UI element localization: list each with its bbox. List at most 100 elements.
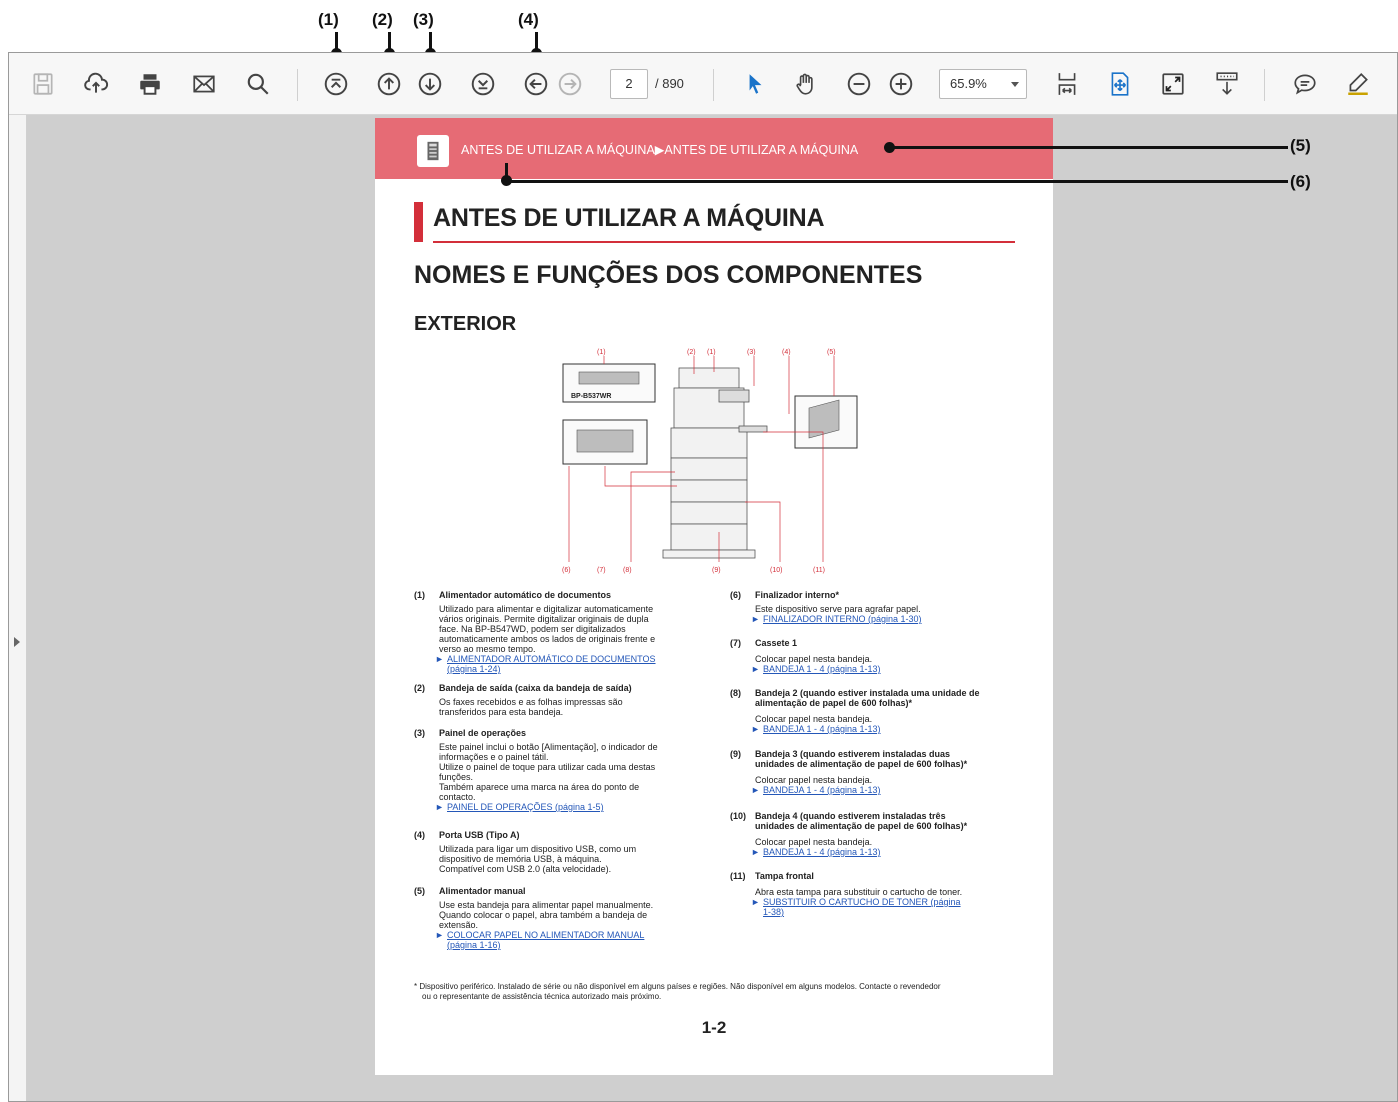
select-arrow-icon[interactable] xyxy=(741,70,769,98)
item-text: Este painel inclui o botão [Alimentação]… xyxy=(439,742,658,752)
item-number: (4) xyxy=(414,830,425,840)
print-icon[interactable] xyxy=(136,70,164,98)
link-text: PAINEL DE OPERAÇÕES (página 1-5) xyxy=(447,802,604,812)
toolbar-separator xyxy=(297,69,298,101)
item-text: dispositivo de memória USB, à máquina. xyxy=(439,854,602,864)
zoom-in-icon[interactable] xyxy=(887,70,915,98)
item-text: Quando colocar o papel, abra também a ba… xyxy=(439,910,648,920)
list-item: (5) Alimentador manual Use esta bandeja … xyxy=(414,886,714,966)
footnote-line: * Dispositivo periférico. Instalado de s… xyxy=(414,982,941,991)
item-text: Utilizada para ligar um dispositivo USB,… xyxy=(439,844,637,854)
title-rule xyxy=(433,241,1015,243)
previous-page-icon[interactable] xyxy=(375,70,403,98)
list-item: (9) Bandeja 3 (quando estiverem instalad… xyxy=(730,749,1030,801)
link-arrow-icon: ► xyxy=(751,847,760,857)
cross-reference-link[interactable]: ► BANDEJA 1 - 4 (página 1-13) xyxy=(751,664,881,674)
item-text: Colocar papel nesta bandeja. xyxy=(755,837,873,847)
diagram-label: (7) xyxy=(597,567,606,574)
item-text: automaticamente ambos os lados de origin… xyxy=(439,634,656,644)
item-title: Bandeja 3 (quando estiverem instaladas d… xyxy=(755,749,951,759)
cross-reference-link[interactable]: (página 1-24) xyxy=(447,664,501,674)
cross-reference-link[interactable]: ► SUBSTITUIR O CARTUCHO DE TONER (página xyxy=(751,897,961,907)
link-text: BANDEJA 1 - 4 (página 1-13) xyxy=(763,785,881,795)
cloud-upload-icon[interactable] xyxy=(82,70,110,98)
full-screen-icon[interactable] xyxy=(1159,70,1187,98)
item-title: Bandeja 4 (quando estiverem instaladas t… xyxy=(755,811,946,821)
zoom-level-select[interactable]: 65.9% xyxy=(939,69,1027,99)
document-page: ANTES DE UTILIZAR A MÁQUINA▶ANTES DE UTI… xyxy=(375,118,1053,1075)
item-title: Alimentador manual xyxy=(439,886,526,896)
item-number: (8) xyxy=(730,688,741,698)
item-number: (7) xyxy=(730,638,741,648)
zoom-level-value: 65.9% xyxy=(950,76,987,91)
machine-diagram: BP-B537WR (1) (2) (1) (3) (4) (5) (6) (7… xyxy=(562,349,858,574)
search-icon[interactable] xyxy=(244,70,272,98)
diagram-label: (9) xyxy=(712,567,721,574)
cross-reference-link[interactable]: (página 1-16) xyxy=(447,940,501,950)
item-title: unidades de alimentação de papel de 600 … xyxy=(755,759,968,769)
item-title: Alimentador automático de documentos xyxy=(439,590,612,600)
fit-page-icon[interactable] xyxy=(1053,70,1081,98)
item-text: Também aparece uma marca na área do pont… xyxy=(439,782,640,792)
cross-reference-link[interactable]: ► COLOCAR PAPEL NO ALIMENTADOR MANUAL xyxy=(435,930,644,940)
link-arrow-icon: ► xyxy=(751,724,760,734)
cross-reference-link[interactable]: ► ALIMENTADOR AUTOMÁTICO DE DOCUMENTOS xyxy=(435,654,656,664)
hand-tool-icon[interactable] xyxy=(792,70,820,98)
link-text: BANDEJA 1 - 4 (página 1-13) xyxy=(763,847,881,857)
link-arrow-icon: ► xyxy=(751,664,760,674)
callout-6: (6) xyxy=(1290,172,1311,191)
item-text: contacto. xyxy=(439,792,476,802)
item-text: Este dispositivo serve para agrafar pape… xyxy=(755,604,921,614)
callout-5-line xyxy=(890,146,1288,149)
cross-reference-link[interactable]: 1-38) xyxy=(763,907,784,917)
list-item: (6) Finalizador interno* Este dispositiv… xyxy=(730,590,1030,630)
first-page-icon[interactable] xyxy=(322,70,350,98)
heading-accent-bar xyxy=(414,202,423,242)
item-text: Os faxes recebidos e as folhas impressas… xyxy=(439,697,623,707)
cross-reference-link[interactable]: ► BANDEJA 1 - 4 (página 1-13) xyxy=(751,785,881,795)
link-arrow-icon: ► xyxy=(751,897,760,907)
expand-arrow-icon xyxy=(14,637,20,647)
scrolling-mode-icon[interactable] xyxy=(1213,70,1241,98)
next-page-icon[interactable] xyxy=(416,70,444,98)
list-item: (7) Cassete 1 Colocar papel nesta bandej… xyxy=(730,638,1030,678)
next-view-icon[interactable] xyxy=(556,70,584,98)
section-heading: NOMES E FUNÇÕES DOS COMPONENTES xyxy=(414,261,923,289)
email-icon[interactable] xyxy=(190,70,218,98)
item-number: (3) xyxy=(414,728,425,738)
item-text: Use esta bandeja para alimentar papel ma… xyxy=(439,900,654,910)
save-icon[interactable] xyxy=(29,70,57,98)
item-text: Colocar papel nesta bandeja. xyxy=(755,714,873,724)
toolbar: 2 / 890 65.9% xyxy=(9,53,1397,115)
page-number: 1-2 xyxy=(701,1018,727,1037)
zoom-out-icon[interactable] xyxy=(845,70,873,98)
item-text: Utilize o painel de toque para utilizar … xyxy=(439,762,656,772)
side-panel-toggle[interactable] xyxy=(9,115,27,1101)
item-text: face. Na BP-B547WD, podem ser digitaliza… xyxy=(439,624,626,634)
callout-1: (1) xyxy=(318,10,339,29)
callout-6-stem xyxy=(505,163,508,179)
item-title: alimentação de papel de 600 folhas)* xyxy=(755,698,913,708)
previous-view-icon[interactable] xyxy=(522,70,550,98)
highlight-icon[interactable] xyxy=(1344,70,1372,98)
callout-6-line xyxy=(507,180,1288,183)
item-text: Compatível com USB 2.0 (alta velocidade)… xyxy=(439,864,612,874)
item-number: (5) xyxy=(414,886,425,896)
breadcrumb[interactable]: ANTES DE UTILIZAR A MÁQUINA▶ANTES DE UTI… xyxy=(461,142,885,157)
cross-reference-link[interactable]: ► PAINEL DE OPERAÇÕES (página 1-5) xyxy=(435,802,604,812)
link-arrow-icon: ► xyxy=(435,930,444,940)
cross-reference-link[interactable]: ► BANDEJA 1 - 4 (página 1-13) xyxy=(751,724,881,734)
item-text: funções. xyxy=(439,772,474,782)
last-page-icon[interactable] xyxy=(469,70,497,98)
fit-width-icon[interactable] xyxy=(1106,70,1134,98)
link-arrow-icon: ► xyxy=(751,785,760,795)
comment-icon[interactable] xyxy=(1291,70,1319,98)
page-number-input[interactable]: 2 xyxy=(610,69,648,99)
link-arrow-icon: ► xyxy=(435,802,444,812)
chevron-down-icon xyxy=(1011,82,1019,87)
toolbar-separator xyxy=(1264,69,1265,101)
cross-reference-link[interactable]: ► FINALIZADOR INTERNO (página 1-30) xyxy=(751,614,922,624)
item-text: extensão. xyxy=(439,920,479,930)
item-title: Tampa frontal xyxy=(755,871,814,881)
cross-reference-link[interactable]: ► BANDEJA 1 - 4 (página 1-13) xyxy=(751,847,881,857)
